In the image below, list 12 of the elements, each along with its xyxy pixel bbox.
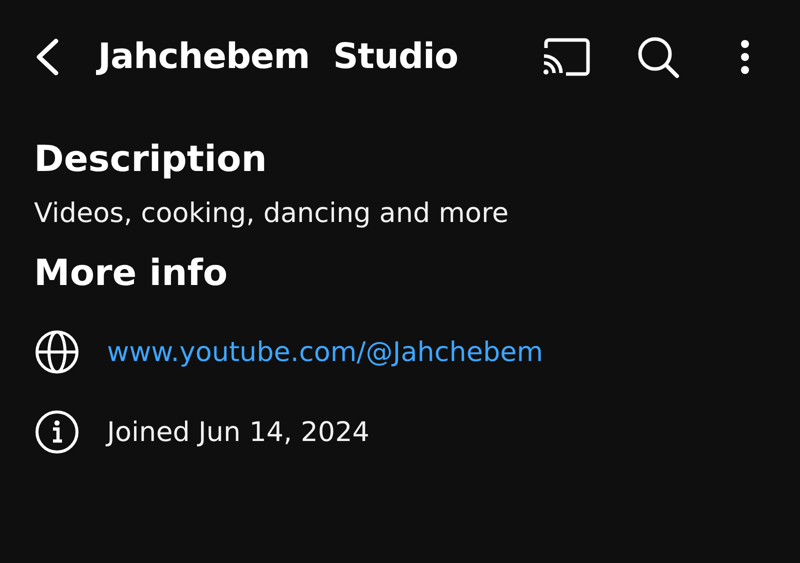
globe-icon — [34, 329, 80, 375]
description-text: Videos, cooking, dancing and more — [34, 197, 510, 231]
section-heading: Description — [34, 138, 268, 182]
channel-title: Jahchebem Studio — [98, 37, 460, 77]
more-icon[interactable] — [740, 39, 750, 75]
back-icon[interactable] — [34, 38, 60, 76]
search-icon[interactable] — [636, 35, 680, 79]
cast-icon[interactable] — [542, 38, 590, 76]
section-heading: More info — [34, 252, 229, 296]
joined-date: Joined Jun 14, 2024 — [107, 416, 370, 448]
channel-link[interactable]: www.youtube.com/@Jahchebem — [107, 336, 543, 368]
info-icon — [34, 409, 80, 455]
